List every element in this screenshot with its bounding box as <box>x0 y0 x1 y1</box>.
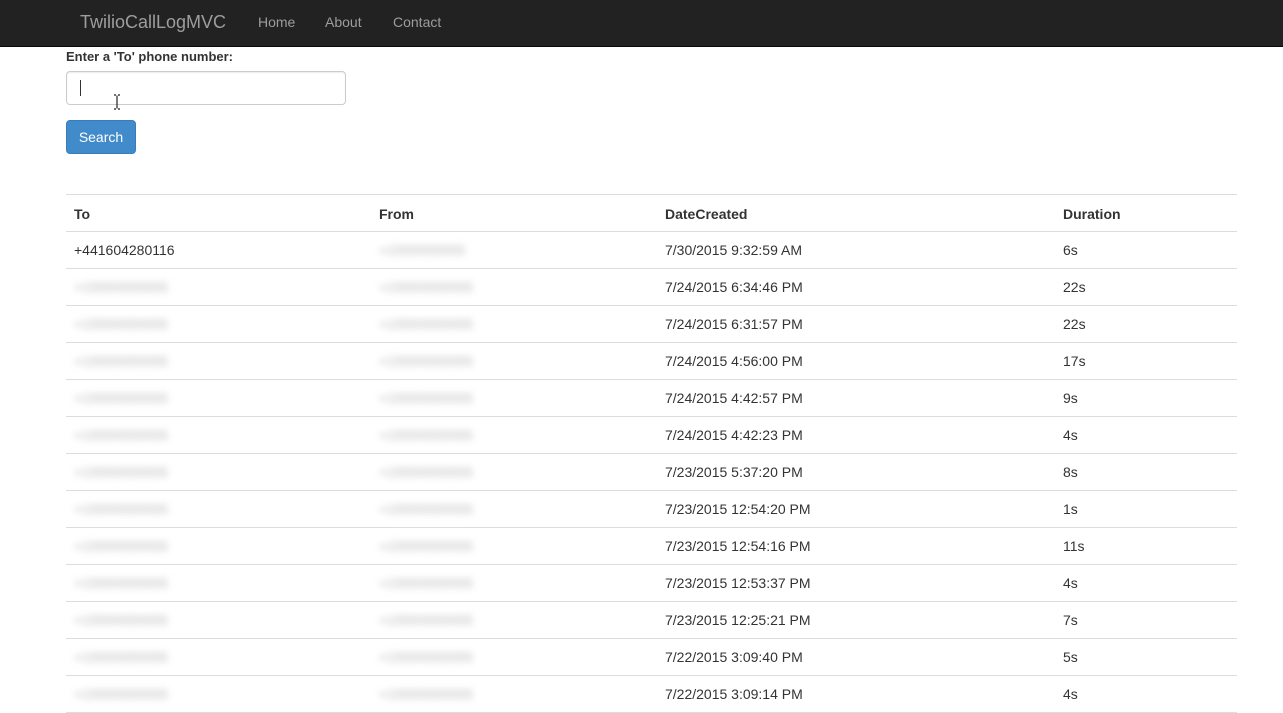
cell-to: +15555555555 <box>74 686 168 702</box>
table-row: +15555555555 +15555555555 7/24/2015 6:31… <box>66 306 1237 343</box>
cell-to: +15555555555 <box>74 575 168 591</box>
cell-date-created: 7/24/2015 6:34:46 PM <box>665 279 803 295</box>
header-to: To <box>74 206 91 222</box>
cell-to: +441604280116 <box>74 242 175 258</box>
cell-from: +15555555555 <box>379 501 473 517</box>
cell-from: +15555555555 <box>379 427 473 443</box>
table-row: +15555555555 +15555555555 7/23/2015 12:5… <box>66 491 1237 528</box>
cell-to: +15555555555 <box>74 538 168 554</box>
cell-to: +15555555555 <box>74 612 168 628</box>
cell-duration: 1s <box>1063 501 1078 517</box>
table-row: +15555555555 +15555555555 7/22/2015 3:09… <box>66 639 1237 676</box>
table-row: +15555555555 +15555555555 7/24/2015 4:42… <box>66 380 1237 417</box>
call-log-table: To From DateCreated Duration +4416042801… <box>66 194 1237 713</box>
cell-date-created: 7/23/2015 5:37:20 PM <box>665 464 803 480</box>
cell-to: +15555555555 <box>74 353 168 369</box>
cell-to: +15555555555 <box>74 464 168 480</box>
nav-link-home[interactable]: Home <box>258 13 295 31</box>
cell-date-created: 7/23/2015 12:54:20 PM <box>665 501 811 517</box>
cell-date-created: 7/24/2015 4:56:00 PM <box>665 353 803 369</box>
cell-from: +15555555555 <box>379 538 473 554</box>
table-header-row: To From DateCreated Duration <box>66 194 1237 232</box>
to-number-input[interactable] <box>66 71 346 105</box>
cell-duration: 17s <box>1063 353 1086 369</box>
cell-duration: 7s <box>1063 612 1078 628</box>
cell-from: +1555555555 <box>379 242 466 258</box>
cell-from: +15555555555 <box>379 575 473 591</box>
cell-date-created: 7/22/2015 3:09:14 PM <box>665 686 803 702</box>
cell-duration: 11s <box>1063 538 1085 554</box>
cell-from: +15555555555 <box>379 464 473 480</box>
cell-date-created: 7/22/2015 3:09:40 PM <box>665 649 803 665</box>
cell-duration: 22s <box>1063 279 1086 295</box>
cell-from: +15555555555 <box>379 649 473 665</box>
table-row: +15555555555 +15555555555 7/23/2015 12:2… <box>66 602 1237 639</box>
cell-from: +15555555555 <box>379 686 473 702</box>
table-row: +15555555555 +15555555555 7/23/2015 5:37… <box>66 454 1237 491</box>
cell-duration: 6s <box>1063 242 1078 258</box>
cell-to: +15555555555 <box>74 649 168 665</box>
cell-duration: 5s <box>1063 649 1078 665</box>
ibeam-cursor-icon <box>114 94 120 110</box>
cell-date-created: 7/30/2015 9:32:59 AM <box>665 242 802 258</box>
text-caret <box>80 80 81 96</box>
cell-date-created: 7/24/2015 4:42:23 PM <box>665 427 803 443</box>
navbar: TwilioCallLogMVC Home About Contact <box>0 0 1283 47</box>
nav-link-contact[interactable]: Contact <box>393 13 441 31</box>
cell-from: +15555555555 <box>379 316 473 332</box>
table-body: +441604280116 +1555555555 7/30/2015 9:32… <box>66 232 1237 713</box>
navbar-brand[interactable]: TwilioCallLogMVC <box>80 11 226 33</box>
cell-date-created: 7/23/2015 12:53:37 PM <box>665 575 811 591</box>
table-row: +15555555555 +15555555555 7/24/2015 4:56… <box>66 343 1237 380</box>
cell-to: +15555555555 <box>74 390 168 406</box>
cell-duration: 9s <box>1063 390 1078 406</box>
nav-link-about[interactable]: About <box>325 13 362 31</box>
cell-duration: 4s <box>1063 575 1078 591</box>
header-from: From <box>379 206 414 222</box>
cell-to: +15555555555 <box>74 279 168 295</box>
cell-from: +15555555555 <box>379 353 473 369</box>
cell-duration: 4s <box>1063 427 1078 443</box>
cell-date-created: 7/24/2015 4:42:57 PM <box>665 390 803 406</box>
table-row: +15555555555 +15555555555 7/23/2015 12:5… <box>66 528 1237 565</box>
cell-to: +15555555555 <box>74 427 168 443</box>
table-row: +15555555555 +15555555555 7/23/2015 12:5… <box>66 565 1237 602</box>
cell-date-created: 7/23/2015 12:25:21 PM <box>665 612 811 628</box>
header-duration: Duration <box>1063 206 1121 222</box>
cell-duration: 4s <box>1063 686 1078 702</box>
to-number-label: Enter a 'To' phone number: <box>66 49 234 64</box>
cell-from: +15555555555 <box>379 390 473 406</box>
cell-date-created: 7/24/2015 6:31:57 PM <box>665 316 803 332</box>
header-date-created: DateCreated <box>665 206 748 222</box>
table-row: +15555555555 +15555555555 7/24/2015 6:34… <box>66 269 1237 306</box>
cell-duration: 8s <box>1063 464 1078 480</box>
table-row: +441604280116 +1555555555 7/30/2015 9:32… <box>66 232 1237 269</box>
cell-from: +15555555555 <box>379 279 473 295</box>
cell-date-created: 7/23/2015 12:54:16 PM <box>665 538 811 554</box>
cell-duration: 22s <box>1063 316 1086 332</box>
table-row: +15555555555 +15555555555 7/22/2015 3:09… <box>66 676 1237 713</box>
cell-to: +15555555555 <box>74 316 168 332</box>
table-row: +15555555555 +15555555555 7/24/2015 4:42… <box>66 417 1237 454</box>
cell-to: +15555555555 <box>74 501 168 517</box>
cell-from: +15555555555 <box>379 612 473 628</box>
search-button[interactable]: Search <box>66 120 136 154</box>
